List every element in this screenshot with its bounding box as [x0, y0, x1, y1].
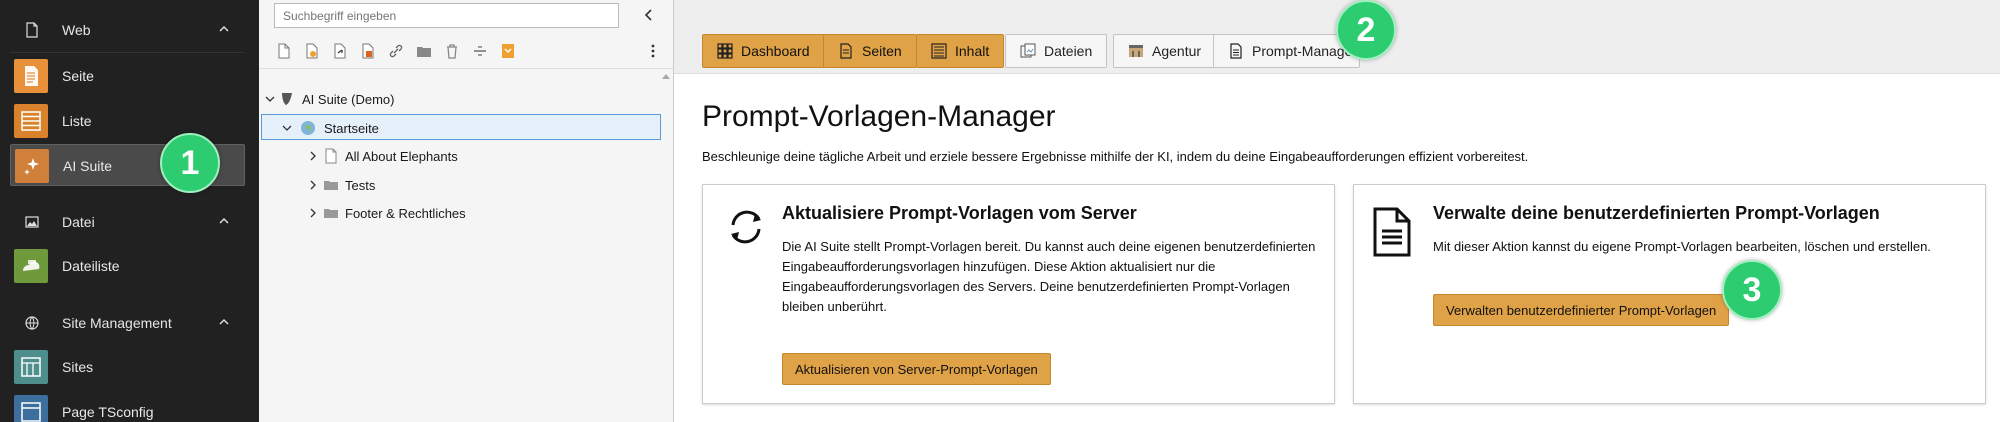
menu-item-dateiliste[interactable]: Dateiliste — [10, 245, 245, 287]
agentur-button[interactable]: Agentur — [1113, 34, 1217, 68]
tree-node-label: AI Suite (Demo) — [302, 92, 395, 107]
tree-node-tests[interactable]: Tests — [259, 172, 673, 198]
image-icon — [25, 216, 39, 228]
tree-node-startseite[interactable]: Startseite — [261, 114, 661, 140]
menu-item-label: Sites — [62, 359, 94, 375]
tree-node-label: All About Elephants — [345, 149, 458, 164]
group-label: Site Management — [62, 315, 172, 331]
seiten-button[interactable]: Seiten — [823, 34, 917, 68]
chevron-right-icon[interactable] — [308, 180, 318, 190]
module-menu: Web Seite Liste AI Suite Datei Dateilist… — [0, 0, 259, 422]
page-icon — [26, 22, 38, 38]
dateien-button[interactable]: Dateien — [1005, 34, 1108, 68]
button-label: Dashboard — [741, 43, 810, 59]
manage-templates-button[interactable]: Verwalten benutzerdefinierter Prompt-Vor… — [1433, 294, 1730, 326]
trash-icon[interactable] — [442, 41, 462, 61]
page-tree-panel: AI Suite (Demo) Startseite All About Ele… — [259, 0, 674, 422]
chevron-right-icon[interactable] — [308, 208, 318, 218]
menu-item-label: Page TSconfig — [62, 404, 154, 420]
card-title: Verwalte deine benutzerdefinierten Promp… — [1433, 203, 1880, 223]
step-marker-2: 2 — [1336, 0, 1396, 60]
tree-node-label: Tests — [345, 178, 376, 193]
menu-item-sites[interactable]: Sites — [10, 346, 245, 388]
group-site-management[interactable]: Site Management — [0, 305, 259, 341]
inhalt-button[interactable]: Inhalt — [916, 34, 1005, 68]
page-icon-2[interactable] — [302, 41, 322, 61]
chevron-up-icon[interactable] — [217, 22, 231, 36]
card-text: Mit dieser Aktion kannst du eigene Promp… — [1433, 239, 1931, 254]
menu-item-label: AI Suite — [63, 158, 113, 174]
card-manage-templates: Verwalte deine benutzerdefinierten Promp… — [1353, 184, 1986, 404]
card-update-templates: Aktualisiere Prompt-Vorlagen vom Server … — [702, 184, 1335, 404]
menu-item-page-tsconfig[interactable]: Page TSconfig — [10, 391, 245, 422]
group-label: Datei — [62, 214, 95, 230]
page-shortcut-icon[interactable] — [358, 41, 378, 61]
menu-item-liste[interactable]: Liste — [10, 100, 245, 142]
menu-item-label: Dateiliste — [62, 258, 120, 274]
menu-item-seite[interactable]: Seite — [10, 55, 245, 97]
scroll-up-icon[interactable] — [662, 73, 670, 79]
new-page-icon[interactable] — [274, 41, 294, 61]
tree-toolbar — [259, 38, 673, 66]
list-module-icon — [14, 104, 48, 138]
tree-node-label: Footer & Rechtliches — [345, 206, 466, 221]
group-datei[interactable]: Datei — [0, 204, 259, 240]
page-link-icon[interactable] — [330, 41, 350, 61]
page-description: Beschleunige deine tägliche Arbeit und e… — [702, 149, 1529, 164]
dashboard-button[interactable]: Dashboard — [702, 34, 825, 68]
page-icon — [325, 148, 337, 164]
chevron-down-icon[interactable] — [265, 94, 275, 104]
chevron-up-icon[interactable] — [217, 214, 231, 228]
button-label: Seiten — [862, 43, 902, 59]
divider — [259, 68, 673, 69]
refresh-icon — [731, 210, 761, 244]
card-text: Die AI Suite stellt Prompt-Vorlagen bere… — [782, 239, 1316, 314]
page-title: Prompt-Vorlagen-Manager — [702, 100, 1056, 133]
tree-node-elephants[interactable]: All About Elephants — [259, 143, 673, 169]
tree-search-input[interactable] — [274, 3, 619, 28]
divider — [10, 52, 245, 53]
filelist-module-icon — [14, 249, 48, 283]
sparkle-module-icon — [15, 149, 49, 183]
folder-icon — [324, 209, 338, 218]
tree-node-label: Startseite — [324, 121, 379, 136]
chevron-up-icon[interactable] — [217, 315, 231, 329]
grid-icon — [717, 43, 733, 59]
chevron-left-icon[interactable] — [641, 6, 657, 24]
group-web[interactable]: Web — [0, 12, 259, 48]
pages-icon — [840, 43, 852, 59]
document-icon — [1230, 43, 1242, 59]
chevron-right-icon[interactable] — [308, 151, 318, 161]
divider-icon[interactable] — [470, 41, 490, 61]
chevron-down-icon[interactable] — [282, 123, 292, 133]
more-icon[interactable] — [643, 41, 663, 61]
globe-icon — [25, 316, 39, 330]
content-icon — [931, 43, 947, 59]
update-templates-button[interactable]: Aktualisieren von Server-Prompt-Vorlagen — [782, 353, 1051, 385]
step-marker-1: 1 — [160, 133, 220, 193]
backend-layout-icon[interactable] — [498, 41, 518, 61]
typo3-root-icon — [282, 93, 292, 105]
folder-icon — [324, 181, 338, 190]
document-large-icon — [1373, 207, 1411, 257]
button-label: Inhalt — [955, 43, 990, 59]
files-icon — [1020, 43, 1036, 58]
tree-node-root[interactable]: AI Suite (Demo) — [259, 86, 673, 112]
folder-icon[interactable] — [414, 41, 434, 61]
step-marker-3: 3 — [1722, 260, 1782, 320]
main-content: Dashboard Seiten Inhalt Dateien Agentur … — [674, 0, 2000, 422]
card-title: Aktualisiere Prompt-Vorlagen vom Server — [782, 203, 1137, 223]
link-icon[interactable] — [386, 41, 406, 61]
page-module-icon — [14, 59, 48, 93]
tsconfig-module-icon — [14, 395, 48, 422]
sites-module-icon — [14, 350, 48, 384]
agency-icon — [1129, 45, 1143, 57]
tree-node-footer[interactable]: Footer & Rechtliches — [259, 200, 673, 226]
globe-page-icon — [301, 121, 315, 135]
menu-item-label: Seite — [62, 68, 94, 84]
menu-item-label: Liste — [62, 113, 92, 129]
button-label: Dateien — [1044, 43, 1093, 59]
group-label: Web — [62, 22, 91, 38]
button-label: Agentur — [1152, 43, 1202, 59]
